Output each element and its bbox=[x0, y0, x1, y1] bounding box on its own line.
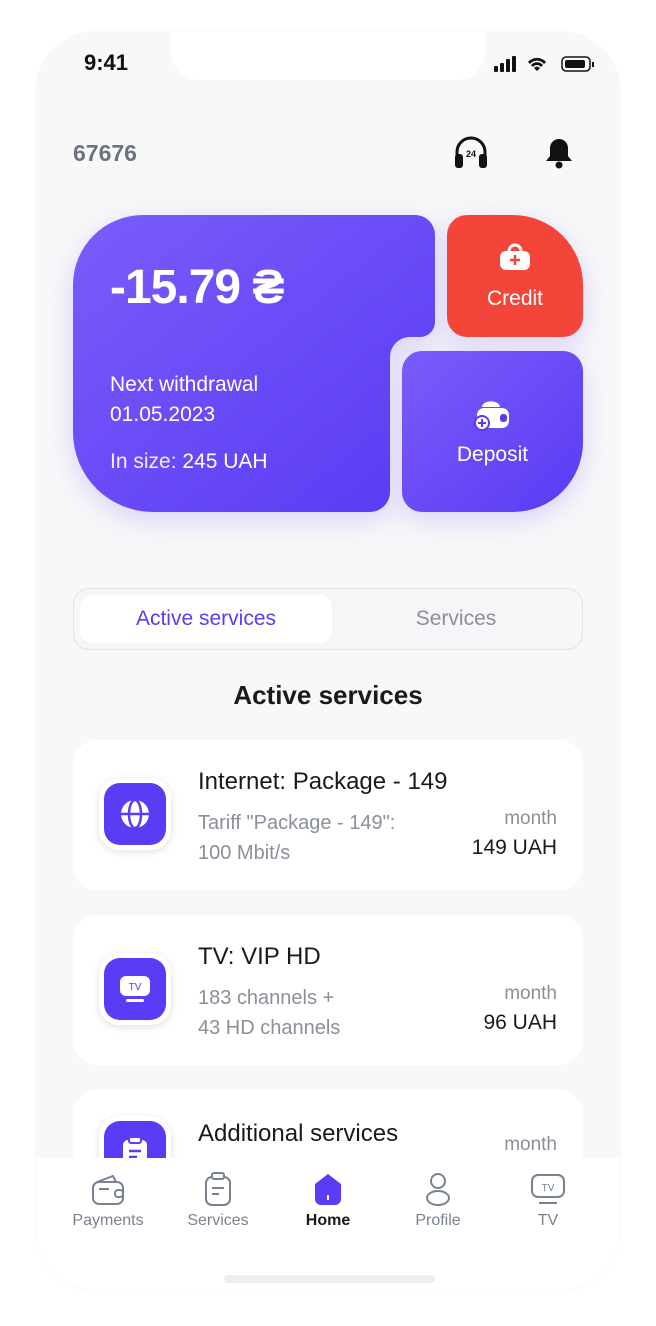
nav-label: Services bbox=[187, 1212, 249, 1229]
service-desc-line: Tariff "Package - 149": bbox=[198, 812, 396, 834]
nav-label: Home bbox=[305, 1212, 351, 1229]
deposit-label: Deposit bbox=[456, 443, 529, 466]
service-description: Tariff "Package - 149": 100 Mbit/s bbox=[198, 808, 395, 868]
service-period: month bbox=[504, 1134, 557, 1155]
bottom-nav: Payments Services Home Profile TV TV bbox=[36, 1158, 620, 1290]
svg-text:TV: TV bbox=[129, 982, 142, 993]
deposit-wallet-icon bbox=[474, 401, 509, 431]
size-label: In size: bbox=[110, 450, 183, 473]
nav-home[interactable]: Home bbox=[273, 1172, 383, 1230]
tab-services[interactable]: Services bbox=[330, 595, 582, 643]
service-price: 96 UAH bbox=[483, 1011, 557, 1034]
nav-tv[interactable]: TV TV bbox=[493, 1172, 603, 1230]
size-value: 245 UAH bbox=[182, 450, 268, 473]
next-withdrawal-label: Next withdrawal bbox=[110, 373, 259, 396]
next-withdrawal-date: 01.05.2023 bbox=[110, 403, 216, 426]
service-card-internet[interactable]: Internet: Package - 149 Tariff "Package … bbox=[73, 740, 583, 890]
status-time: 9:41 bbox=[84, 50, 129, 75]
tab-active-services[interactable]: Active services bbox=[80, 595, 332, 643]
nav-label: Profile bbox=[415, 1212, 461, 1229]
svg-text:TV: TV bbox=[542, 1183, 555, 1194]
nav-services[interactable]: Services bbox=[163, 1172, 273, 1230]
service-desc-line: 43 HD channels bbox=[198, 1017, 341, 1039]
service-price: 149 UAH bbox=[471, 836, 557, 859]
withdrawal-size: In size: 245 UAH bbox=[110, 450, 268, 474]
svg-text:24: 24 bbox=[466, 149, 476, 159]
balance-amount: -15.79 ₴ bbox=[110, 261, 284, 314]
credit-label: Credit bbox=[486, 287, 544, 310]
nav-label: TV bbox=[537, 1212, 559, 1229]
service-title: Additional services bbox=[198, 1120, 399, 1147]
credit-bag-icon bbox=[500, 243, 530, 270]
service-icon-wrap: TV bbox=[99, 953, 171, 1025]
globe-icon bbox=[121, 798, 149, 830]
tv-icon: TV bbox=[120, 976, 150, 1002]
credit-button[interactable]: Credit bbox=[447, 215, 583, 337]
service-description: 183 channels + 43 HD channels bbox=[198, 983, 340, 1043]
account-number: 67676 bbox=[73, 140, 137, 166]
service-desc-line: 100 Mbit/s bbox=[198, 842, 291, 864]
nav-label: Payments bbox=[72, 1212, 144, 1229]
headset-24-icon[interactable]: 24 bbox=[453, 136, 489, 170]
clipboard-icon bbox=[205, 1172, 231, 1206]
service-period: month bbox=[504, 808, 557, 829]
profile-icon bbox=[426, 1173, 450, 1206]
home-indicator bbox=[224, 1275, 435, 1283]
nav-payments[interactable]: Payments bbox=[53, 1172, 163, 1230]
tv-icon: TV bbox=[531, 1174, 565, 1204]
notch bbox=[170, 32, 486, 80]
services-tabs: Active services Services bbox=[73, 588, 583, 650]
service-icon-wrap bbox=[99, 778, 171, 850]
wallet-icon bbox=[92, 1174, 124, 1205]
service-period: month bbox=[504, 983, 557, 1004]
deposit-button[interactable]: Deposit bbox=[402, 351, 583, 512]
service-title: Internet: Package - 149 bbox=[198, 768, 448, 795]
home-icon bbox=[315, 1174, 341, 1205]
service-desc-line: 183 channels + bbox=[198, 987, 335, 1009]
section-title: Active services bbox=[233, 680, 423, 710]
nav-profile[interactable]: Profile bbox=[383, 1172, 493, 1230]
service-title: TV: VIP HD bbox=[198, 943, 321, 970]
bell-icon[interactable] bbox=[544, 136, 574, 170]
status-icons bbox=[494, 56, 594, 72]
service-card-tv[interactable]: TV TV: VIP HD 183 channels + 43 HD channe… bbox=[73, 915, 583, 1065]
